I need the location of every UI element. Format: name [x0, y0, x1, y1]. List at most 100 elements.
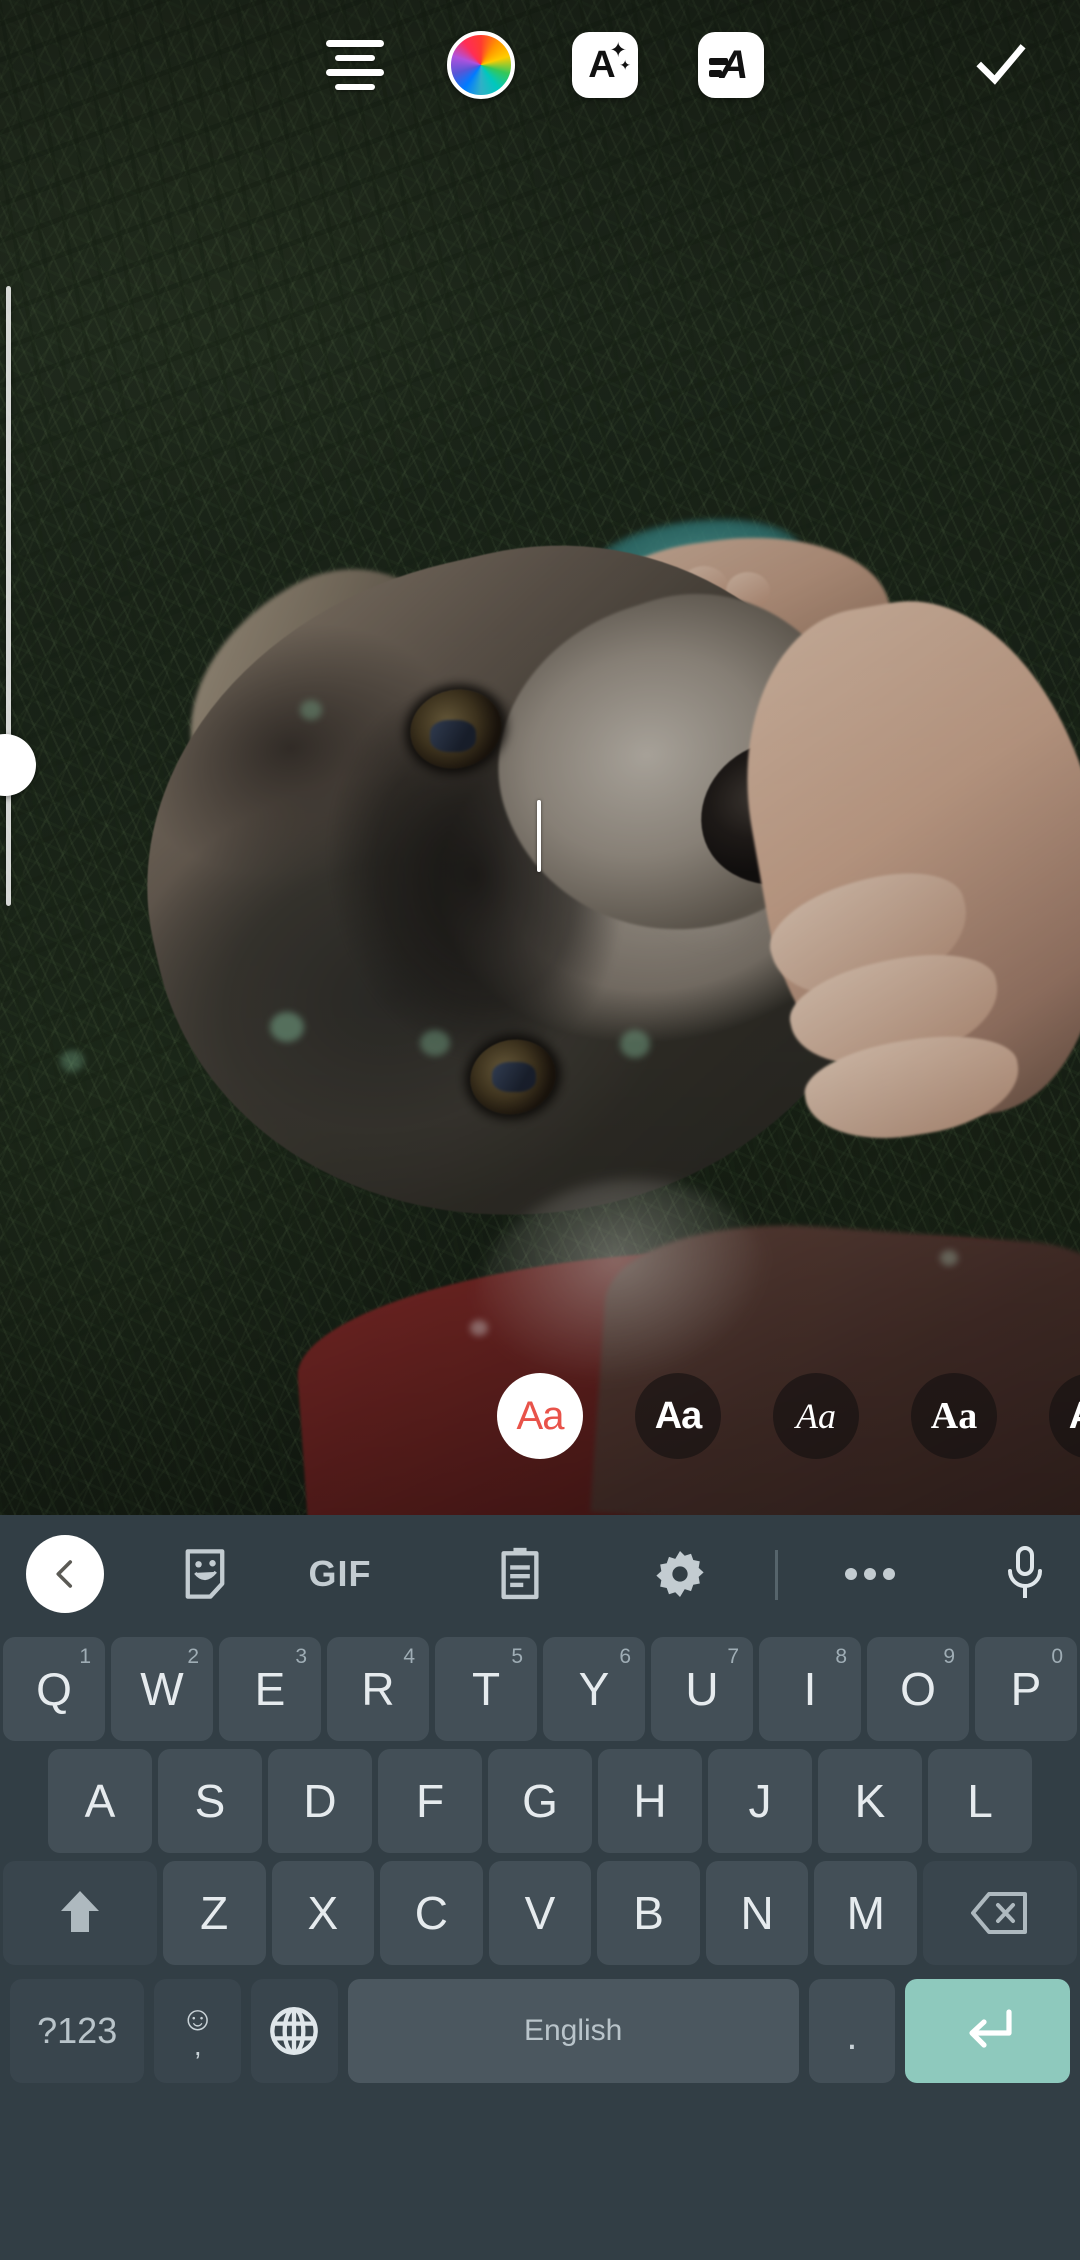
key-label: Q [36, 1663, 72, 1715]
text-color-button[interactable] [438, 22, 524, 108]
keyboard-back-button[interactable] [18, 1515, 112, 1633]
text-caret [537, 800, 541, 872]
key-k[interactable]: K [818, 1749, 922, 1853]
emoji-comma-key[interactable]: ☺ , [154, 1979, 242, 2083]
backspace-key[interactable] [923, 1861, 1077, 1965]
a-style-icon: A [698, 32, 764, 98]
clipboard-icon [501, 1547, 539, 1600]
font-option-modern[interactable]: Aa [635, 1373, 721, 1459]
photo-dim-overlay [0, 0, 1080, 1515]
font-label: Aa [930, 1395, 978, 1437]
emoji-comma-stack: ☺ , [180, 2002, 215, 2060]
return-arrow-icon [969, 2009, 1012, 2048]
color-wheel-icon [447, 31, 515, 99]
space-key[interactable]: English [347, 1979, 799, 2083]
key-z[interactable]: Z [162, 1861, 266, 1965]
text-style-button[interactable]: A [688, 22, 774, 108]
checkmark-icon [976, 44, 1026, 85]
backspace-icon [971, 1892, 1028, 1934]
text-effects-button[interactable]: A ✦ ✦ [562, 22, 648, 108]
key-label: W [140, 1663, 184, 1715]
key-u[interactable]: 7U [651, 1637, 753, 1741]
keyboard-row-4: ?123 ☺ , English . [0, 1975, 1080, 2087]
font-label: Aa [1069, 1395, 1080, 1438]
font-option-script[interactable]: Aa [773, 1373, 859, 1459]
key-label: R [361, 1663, 395, 1715]
key-l[interactable]: L [928, 1749, 1032, 1853]
key-h[interactable]: H [598, 1749, 702, 1853]
font-option-classic[interactable]: Aa [497, 1373, 583, 1459]
gif-label: GIF [308, 1553, 372, 1594]
key-superscript: 8 [835, 1645, 847, 1668]
key-o[interactable]: 9O [867, 1637, 969, 1741]
style-bar-bottom [709, 70, 722, 77]
key-superscript: 9 [943, 1645, 955, 1668]
keyboard-toolbar: GIF [0, 1515, 1080, 1633]
globe-icon [270, 2007, 319, 2055]
comma-label: , [193, 2030, 202, 2061]
key-label: P [1010, 1663, 1042, 1715]
a-sparkle-icon: A ✦ ✦ [572, 32, 638, 98]
font-option-serif[interactable]: Aa [911, 1373, 997, 1459]
keyboard-row-3: Z X C V B N M [0, 1857, 1080, 1969]
key-e[interactable]: 3E [219, 1637, 321, 1741]
key-w[interactable]: 2W [111, 1637, 213, 1741]
text-alignment-button[interactable] [312, 22, 398, 108]
key-j[interactable]: J [708, 1749, 812, 1853]
key-y[interactable]: 6Y [543, 1637, 645, 1741]
key-n[interactable]: N [705, 1861, 809, 1965]
key-x[interactable]: X [271, 1861, 375, 1965]
key-superscript: 0 [1051, 1645, 1063, 1668]
key-t[interactable]: 5T [435, 1637, 537, 1741]
clipboard-button[interactable] [480, 1515, 560, 1633]
toolbar-divider [775, 1550, 778, 1600]
key-r[interactable]: 4R [327, 1637, 429, 1741]
font-carousel[interactable]: Aa Aa Aa Aa Aa [0, 1370, 1080, 1462]
period-key[interactable]: . [808, 1979, 896, 2083]
sparkle-small-icon: ✦ [619, 57, 631, 73]
key-i[interactable]: 8I [759, 1637, 861, 1741]
slider-track [6, 286, 11, 906]
key-b[interactable]: B [597, 1861, 700, 1965]
sticker-button[interactable] [165, 1515, 245, 1633]
enter-key[interactable] [905, 1979, 1070, 2083]
key-m[interactable]: M [814, 1861, 918, 1965]
language-key[interactable] [251, 1979, 338, 2083]
align-center-icon [326, 40, 384, 90]
symbols-key[interactable]: ?123 [10, 1979, 145, 2083]
text-size-slider[interactable] [0, 286, 46, 906]
key-a[interactable]: A [48, 1749, 152, 1853]
style-bar-top [709, 58, 728, 65]
settings-button[interactable] [640, 1515, 720, 1633]
key-c[interactable]: C [380, 1861, 483, 1965]
font-option-bold[interactable]: Aa [1049, 1373, 1080, 1459]
shift-key[interactable] [3, 1861, 157, 1965]
font-label: Aa [796, 1396, 836, 1436]
key-label: O [900, 1663, 936, 1715]
key-superscript: 4 [403, 1645, 415, 1668]
key-q[interactable]: 1Q [3, 1637, 105, 1741]
key-g[interactable]: G [488, 1749, 592, 1853]
on-screen-keyboard: GIF 1 Q 2 W 3 E 4 R 5 T 6 Y 7 U 8 I 9 O … [0, 1515, 1080, 2260]
key-d[interactable]: D [268, 1749, 372, 1853]
key-superscript: 2 [187, 1645, 199, 1668]
voice-input-button[interactable] [985, 1515, 1065, 1633]
key-superscript: 1 [79, 1645, 91, 1668]
story-canvas[interactable]: A ✦ ✦ A Aa Aa Aa Aa [0, 0, 1080, 1515]
key-superscript: 5 [511, 1645, 523, 1668]
key-superscript: 6 [619, 1645, 631, 1668]
key-f[interactable]: F [378, 1749, 482, 1853]
done-button[interactable] [958, 22, 1044, 108]
font-label: Aa [654, 1394, 703, 1437]
more-button[interactable] [830, 1515, 910, 1633]
font-label: Aa [516, 1393, 565, 1438]
key-v[interactable]: V [488, 1861, 592, 1965]
gif-button[interactable]: GIF [290, 1515, 390, 1633]
gear-icon [656, 1551, 704, 1597]
key-s[interactable]: S [158, 1749, 262, 1853]
back-button-circle [26, 1535, 104, 1613]
slider-thumb[interactable] [0, 734, 36, 796]
key-label: Y [578, 1663, 610, 1715]
key-p[interactable]: 0P [975, 1637, 1077, 1741]
keyboard-row-1: 1Q 2W 3E 4R 5T 6Y 7U 8I 9O 0P [0, 1633, 1080, 1745]
